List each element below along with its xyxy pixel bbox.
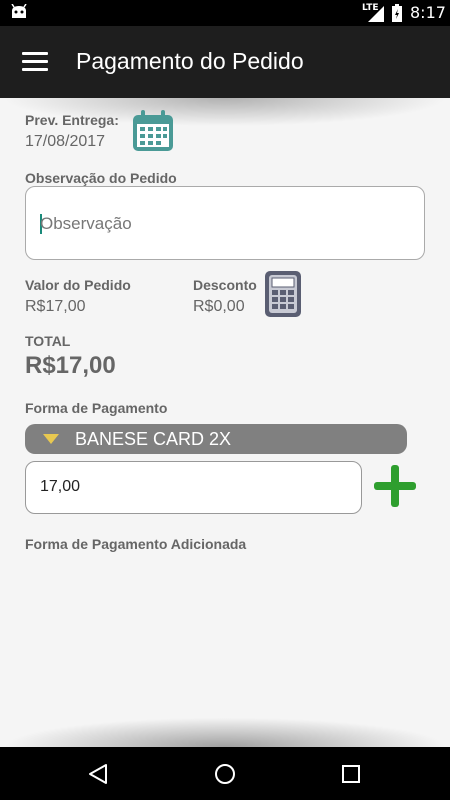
total-value: R$17,00 [25, 352, 116, 379]
observation-input[interactable]: Observação [25, 186, 425, 260]
payment-method-label: Forma de Pagamento [25, 400, 168, 416]
dropdown-arrow-icon [43, 434, 59, 444]
signal-icon [368, 6, 384, 22]
delivery-label: Prev. Entrega: [25, 112, 119, 128]
order-value-label: Valor do Pedido [25, 277, 131, 293]
app-bar: Pagamento do Pedido [0, 26, 450, 98]
add-payment-icon[interactable] [372, 463, 418, 509]
added-payments-label: Forma de Pagamento Adicionada [25, 536, 247, 552]
hamburger-menu-icon[interactable] [22, 52, 48, 72]
recents-icon[interactable] [339, 762, 363, 786]
observation-label: Observação do Pedido [25, 170, 177, 186]
observation-placeholder: Observação [40, 214, 132, 233]
discount-label: Desconto [193, 277, 257, 293]
order-value: R$17,00 [25, 298, 86, 315]
status-bar: LTE 8:17 [0, 0, 450, 26]
clock: 8:17 [410, 3, 446, 22]
bottom-shadow [0, 705, 450, 747]
selected-payment-method: BANESE CARD 2X [75, 429, 232, 449]
home-icon[interactable] [213, 762, 237, 786]
calendar-icon[interactable] [130, 108, 176, 154]
payment-method-dropdown[interactable]: BANESE CARD 2X [25, 424, 407, 454]
back-icon[interactable] [86, 762, 110, 786]
payment-amount-input[interactable]: 17,00 [25, 461, 362, 514]
page-title: Pagamento do Pedido [76, 48, 304, 74]
delivery-date: 17/08/2017 [25, 133, 106, 150]
total-label: TOTAL [25, 333, 71, 349]
payment-amount-value: 17,00 [40, 478, 81, 495]
system-nav-bar [0, 747, 450, 800]
android-notification-icon [11, 4, 27, 18]
calculator-icon[interactable] [264, 270, 302, 318]
battery-icon [392, 4, 402, 22]
discount-value: R$0,00 [193, 298, 245, 315]
